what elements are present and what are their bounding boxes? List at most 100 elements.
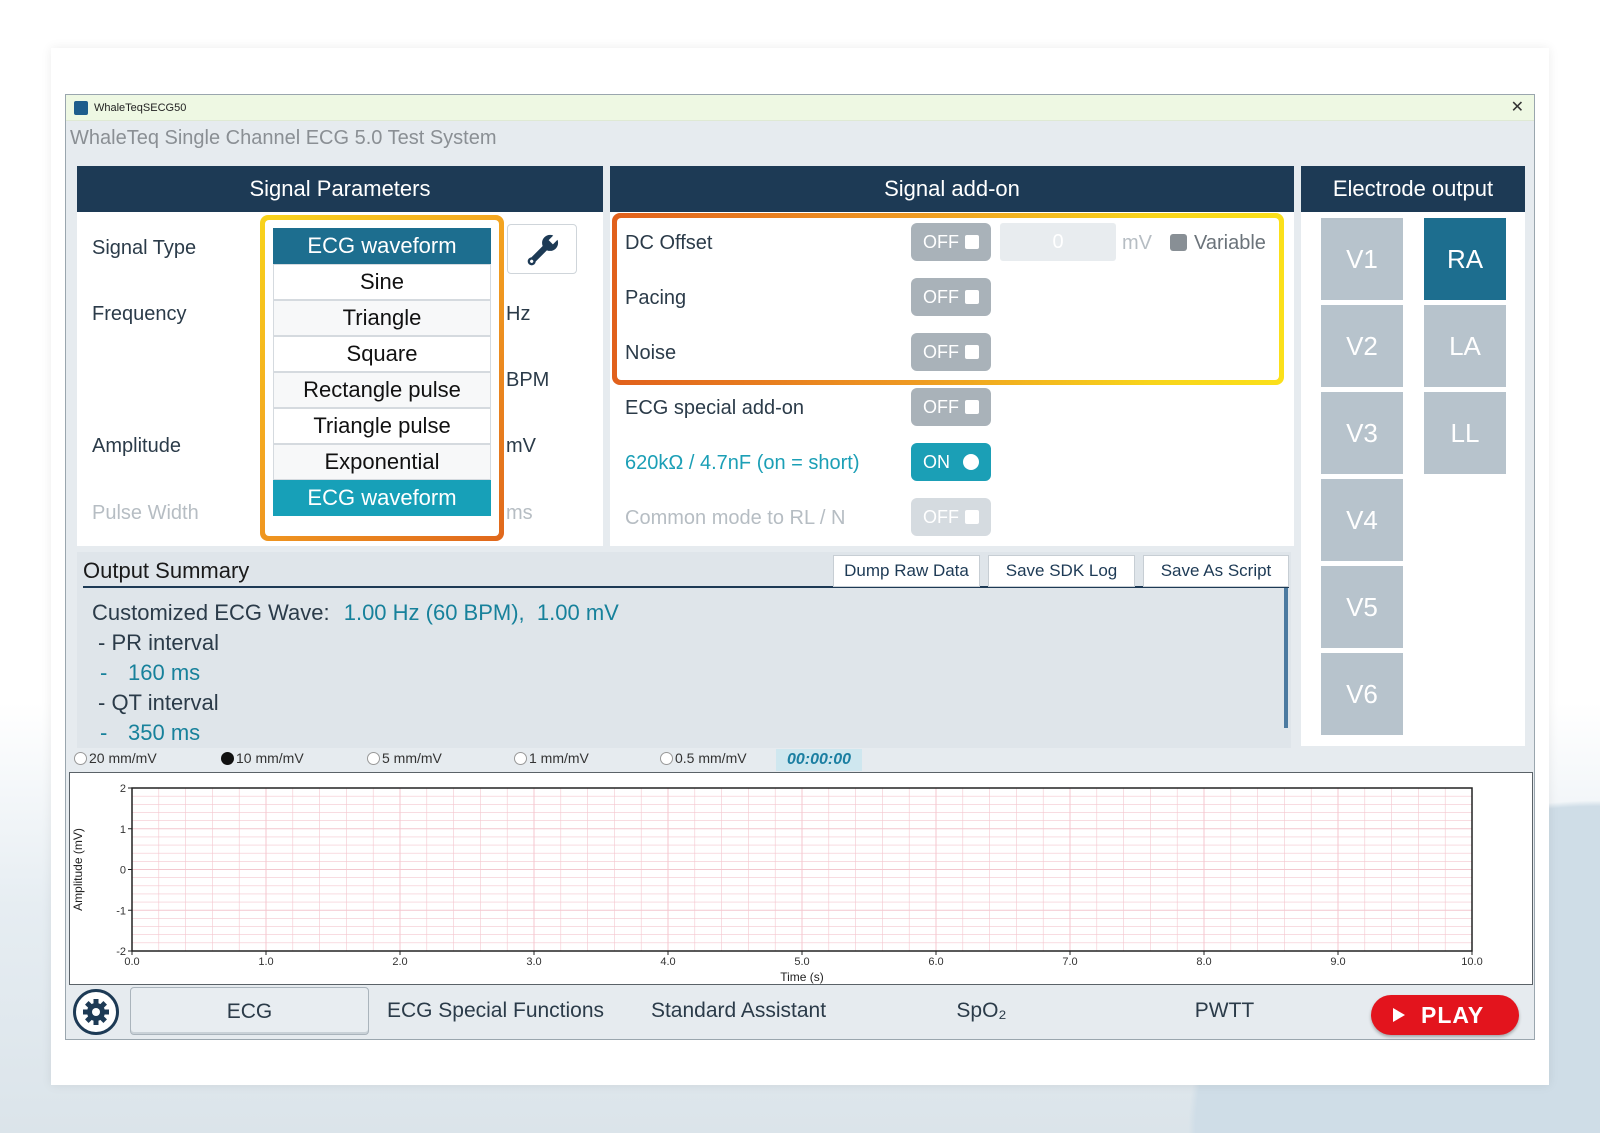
scale-option-5[interactable]: 5 mm/mV <box>367 750 442 766</box>
ecg-special-state: OFF <box>923 397 959 417</box>
radio-0-5[interactable] <box>660 752 673 765</box>
ecg-special-addon-label: ECG special add-on <box>625 397 804 419</box>
ecg-special-addon-toggle[interactable]: OFF <box>911 388 991 426</box>
common-mode-toggle[interactable]: OFF <box>911 498 991 536</box>
mv-unit: mV <box>506 435 536 457</box>
electrode-output-header: Electrode output <box>1301 166 1525 212</box>
electrode-v1[interactable]: V1 <box>1321 218 1403 300</box>
radio-10[interactable] <box>221 752 234 765</box>
common-mode-label: Common mode to RL / N <box>625 507 846 529</box>
tab-ecg-special-functions[interactable]: ECG Special Functions <box>377 987 614 1035</box>
scale-option-10[interactable]: 10 mm/mV <box>221 750 304 766</box>
common-mode-state: OFF <box>923 507 959 527</box>
summary-pr-value: 160 ms <box>128 660 201 685</box>
scale-option-20[interactable]: 20 mm/mV <box>74 750 157 766</box>
y-tick-label: 1 <box>120 824 126 836</box>
scale-label-20: 20 mm/mV <box>89 750 157 766</box>
x-tick-label: 7.0 <box>1062 956 1077 968</box>
summary-wave-value: 1.00 Hz (60 BPM), 1.00 mV <box>343 600 619 625</box>
radio-20[interactable] <box>74 752 87 765</box>
x-tick-label: 10.0 <box>1461 956 1482 968</box>
gear-icon <box>83 999 109 1025</box>
impedance-state: ON <box>923 452 950 472</box>
noise-label: Noise <box>625 342 677 364</box>
x-tick-label: 2.0 <box>392 956 407 968</box>
noise-toggle[interactable]: OFF <box>911 333 991 371</box>
bottom-tab-bar: ECG ECG Special Functions Standard Assis… <box>65 985 1535 1040</box>
electrode-v2[interactable]: V2 <box>1321 305 1403 387</box>
x-tick-label: 9.0 <box>1330 956 1345 968</box>
summary-qt-label: - QT interval <box>98 690 219 715</box>
x-tick-label: 1.0 <box>258 956 273 968</box>
dc-offset-value-field[interactable]: 0 <box>1000 223 1116 261</box>
radio-1[interactable] <box>514 752 527 765</box>
tab-pwtt[interactable]: PWTT <box>1106 987 1343 1035</box>
summary-scrollbar[interactable] <box>1284 588 1288 728</box>
scale-label-10: 10 mm/mV <box>236 750 304 766</box>
play-label: PLAY <box>1421 1002 1485 1028</box>
dropdown-option-rectangle-pulse[interactable]: Rectangle pulse <box>273 372 491 408</box>
dropdown-option-ecg-waveform[interactable]: ECG waveform <box>273 480 491 516</box>
electrode-v4[interactable]: V4 <box>1321 479 1403 561</box>
pulse-width-label: Pulse Width <box>92 502 199 524</box>
y-tick-label: -1 <box>116 905 126 917</box>
hz-unit: Hz <box>506 303 531 325</box>
output-summary-title: Output Summary <box>83 558 250 583</box>
radio-5[interactable] <box>367 752 380 765</box>
save-sdk-log-button[interactable]: Save SDK Log <box>988 555 1135 587</box>
signal-type-dropdown: ECG waveform Sine Triangle Square Rectan… <box>260 215 504 541</box>
amplitude-label: Amplitude <box>92 435 181 457</box>
electrode-ll[interactable]: LL <box>1424 392 1506 474</box>
tab-spo2[interactable]: SpO₂ <box>863 987 1100 1035</box>
bpm-unit: BPM <box>506 369 550 391</box>
dropdown-option-sine[interactable]: Sine <box>273 264 491 300</box>
x-tick-label: 3.0 <box>526 956 541 968</box>
x-tick-label: 4.0 <box>660 956 675 968</box>
dropdown-option-exponential[interactable]: Exponential <box>273 444 491 480</box>
settings-button[interactable] <box>73 989 119 1035</box>
electrode-v6[interactable]: V6 <box>1321 653 1403 735</box>
tab-standard-assistant[interactable]: Standard Assistant <box>620 987 857 1035</box>
electrode-v5[interactable]: V5 <box>1321 566 1403 648</box>
summary-qt-value: 350 ms <box>128 720 201 745</box>
dump-raw-data-button[interactable]: Dump Raw Data <box>833 555 980 587</box>
close-icon[interactable]: ✕ <box>1511 95 1524 121</box>
dropdown-option-triangle[interactable]: Triangle <box>273 300 491 336</box>
waveform-settings-button[interactable] <box>507 224 577 274</box>
electrode-ra[interactable]: RA <box>1424 218 1506 300</box>
dc-offset-toggle[interactable]: OFF <box>911 223 991 261</box>
ecg-chart: 0.0 1.0 2.0 3.0 4.0 5.0 6.0 7.0 8.0 9.0 10.0 2 1 0 -1 -… <box>69 772 1533 985</box>
title-bar: WhaleTeqSECG50 ✕ <box>66 95 1534 121</box>
variable-checkbox[interactable] <box>1170 234 1187 251</box>
electrode-v3[interactable]: V3 <box>1321 392 1403 474</box>
dc-offset-unit: mV <box>1122 232 1152 254</box>
summary-wave-label: Customized ECG Wave: <box>92 600 330 625</box>
impedance-toggle[interactable]: ON <box>911 443 991 481</box>
scale-option-1[interactable]: 1 mm/mV <box>514 750 589 766</box>
x-tick-label: 6.0 <box>928 956 943 968</box>
dropdown-option-triangle-pulse[interactable]: Triangle pulse <box>273 408 491 444</box>
save-as-script-button[interactable]: Save As Script <box>1143 555 1289 587</box>
pacing-toggle[interactable]: OFF <box>911 278 991 316</box>
pacing-label: Pacing <box>625 287 687 309</box>
wrench-icon <box>527 233 560 266</box>
x-tick-label: 0.0 <box>124 956 139 968</box>
tab-ecg[interactable]: ECG <box>130 987 369 1035</box>
scale-option-0-5[interactable]: 0.5 mm/mV <box>660 750 747 766</box>
summary-pr-dash: - <box>100 660 108 685</box>
dropdown-option-square[interactable]: Square <box>273 336 491 372</box>
y-axis-label: Amplitude (mV) <box>71 828 85 911</box>
signal-type-selected[interactable]: ECG waveform <box>273 228 491 264</box>
frequency-label: Frequency <box>92 303 187 325</box>
impedance-label: 620kΩ / 4.7nF (on = short) <box>625 452 860 474</box>
summary-pr-label: - PR interval <box>98 630 220 655</box>
signal-type-label: Signal Type <box>92 237 197 259</box>
y-tick-label: -2 <box>116 946 126 958</box>
app-icon <box>74 101 88 115</box>
signal-parameters-header: Signal Parameters <box>77 166 603 212</box>
dc-offset-state: OFF <box>923 232 959 252</box>
dc-offset-label: DC Offset <box>625 232 713 254</box>
elapsed-timer: 00:00:00 <box>776 749 862 771</box>
play-button[interactable]: PLAY <box>1371 995 1519 1035</box>
electrode-la[interactable]: LA <box>1424 305 1506 387</box>
